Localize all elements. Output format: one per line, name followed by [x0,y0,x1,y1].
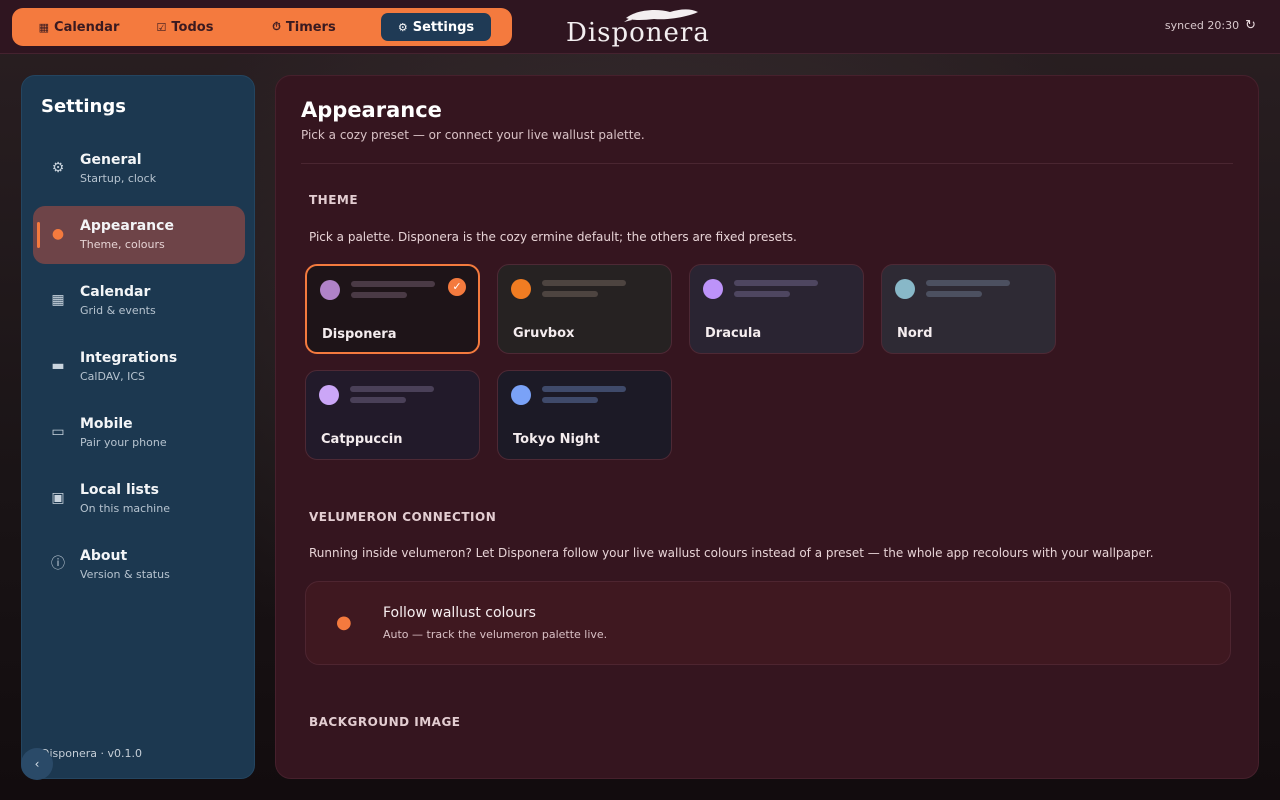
sidebar-item-label: Calendar [80,284,151,300]
theme-preview-bar [734,291,790,297]
theme-name: Catppuccin [321,432,403,447]
sidebar-item-sub: CalDAV, ICS [80,370,146,383]
theme-preview-bar [542,291,598,297]
theme-swatch-dot [320,280,340,300]
sidebar-item-appearance[interactable]: ● Appearance Theme, colours [33,206,245,264]
theme-preview-bar [350,397,406,403]
collapse-sidebar-button[interactable]: ‹ [21,748,53,780]
section-velumeron-heading: VELUMERON CONNECTION [309,510,497,524]
info-icon: ⓘ [51,556,65,572]
theme-card[interactable]: Gruvbox [497,264,672,354]
section-background-heading: BACKGROUND IMAGE [309,715,461,729]
theme-preview-bar [542,386,626,392]
folder-plus-icon: ▣ [51,490,65,506]
sidebar-item-sub: Theme, colours [80,238,165,251]
wallust-subtitle: Auto — track the velumeron palette live. [383,628,608,641]
sidebar-item-calendar[interactable]: ▦ Calendar Grid & events [33,272,245,330]
theme-preview-bar [351,281,435,287]
sidebar-item-local-lists[interactable]: ▣ Local lists On this machine [33,470,245,528]
logo-wordmark: Disponera [566,18,710,48]
divider [301,163,1233,164]
sidebar-item-label: Appearance [80,218,174,234]
tab-label: Settings [412,19,475,35]
sidebar-item-label: Local lists [80,482,159,498]
sidebar-item-sub: Version & status [80,568,170,581]
tab-label: Timers [285,19,336,35]
sidebar-title: Settings [41,96,126,117]
sidebar-item-label: General [80,152,142,168]
theme-swatch-dot [511,279,531,299]
sidebar-item-about[interactable]: ⓘ About Version & status [33,536,245,594]
theme-preview-bar [926,280,1010,286]
theme-card[interactable]: Tokyo Night [497,370,672,460]
theme-preview-bar [542,397,598,403]
theme-card[interactable]: Nord [881,264,1056,354]
sidebar-item-label: Integrations [80,350,178,366]
theme-name: Disponera [322,327,397,342]
sidebar-item-sub: On this machine [80,502,170,515]
theme-swatch-dot [511,385,531,405]
theme-card[interactable]: Disponera ✓ [305,264,480,354]
sidebar-item-integrations[interactable]: ▬ Integrations CalDAV, ICS [33,338,245,396]
tab-todos[interactable]: ☑ Todos [141,13,229,41]
sidebar-item-label: About [80,548,128,564]
tab-timers[interactable]: ⏱ Timers [229,13,379,41]
tab-label: Todos [171,19,214,35]
tab-calendar[interactable]: ▦ Calendar [17,13,141,41]
theme-name: Nord [897,326,933,341]
gear-icon: ⚙ [51,160,65,176]
section-theme-description: Pick a palette. Disponera is the cozy er… [309,230,797,244]
car-icon: ▭ [51,424,65,440]
settings-sidebar: Settings ⚙ General Startup, clock ● Appe… [21,75,255,779]
refresh-icon[interactable]: ↻ [1245,18,1256,33]
theme-name: Dracula [705,326,762,341]
calendar-icon: ▦ [38,20,50,34]
page-title: Appearance [301,98,442,122]
theme-swatch-dot [895,279,915,299]
sidebar-item-sub: Grid & events [80,304,156,317]
theme-preview-bar [350,386,434,392]
wallust-title: Follow wallust colours [383,605,536,621]
nav-tabs: ▦ Calendar ☑ Todos ⏱ Timers ⚙ Settings [14,10,510,44]
section-theme-heading: THEME [309,193,359,207]
sidebar-item-mobile[interactable]: ▭ Mobile Pair your phone [33,404,245,462]
check-icon: ✓ [448,278,466,296]
theme-swatch-dot [319,385,339,405]
monitor-icon: ▬ [51,358,65,374]
sidebar-item-general[interactable]: ⚙ General Startup, clock [33,140,245,198]
calendar-icon: ▦ [51,292,65,308]
chevron-left-icon: ‹ [34,757,40,771]
theme-swatch-dot [703,279,723,299]
theme-name: Tokyo Night [513,432,600,447]
sidebar-item-sub: Startup, clock [80,172,157,185]
page-subtitle: Pick a cozy preset — or connect your liv… [301,128,645,142]
theme-card[interactable]: Dracula [689,264,864,354]
theme-name: Gruvbox [513,326,575,341]
stopwatch-icon: ⏱ [272,20,281,33]
tab-settings[interactable]: ⚙ Settings [381,13,491,41]
gear-icon: ⚙ [397,20,408,34]
theme-preview-bar [734,280,818,286]
sync-text: synced 20:30 [1164,19,1240,32]
palette-icon: ● [336,612,352,633]
app-logo: Disponera [566,6,716,50]
top-bar: ▦ Calendar ☑ Todos ⏱ Timers ⚙ Settings D… [0,0,1280,54]
theme-preview-bar [351,292,407,298]
follow-wallust-toggle[interactable]: ● Follow wallust colours Auto — track th… [305,581,1231,665]
tab-label: Calendar [54,19,120,35]
sync-status: synced 20:30 ↻ [1165,18,1256,33]
theme-preview-bar [542,280,626,286]
sidebar-item-label: Mobile [80,416,133,432]
version-footer: Disponera · v0.1.0 [41,747,142,760]
theme-preview-bar [926,291,982,297]
check-square-icon: ☑ [156,20,167,34]
section-velumeron-description: Running inside velumeron? Let Disponera … [309,546,1154,560]
palette-icon: ● [51,226,65,242]
sidebar-item-sub: Pair your phone [80,436,167,449]
appearance-panel: Appearance Pick a cozy preset — or conne… [275,75,1259,779]
theme-card[interactable]: Catppuccin [305,370,480,460]
